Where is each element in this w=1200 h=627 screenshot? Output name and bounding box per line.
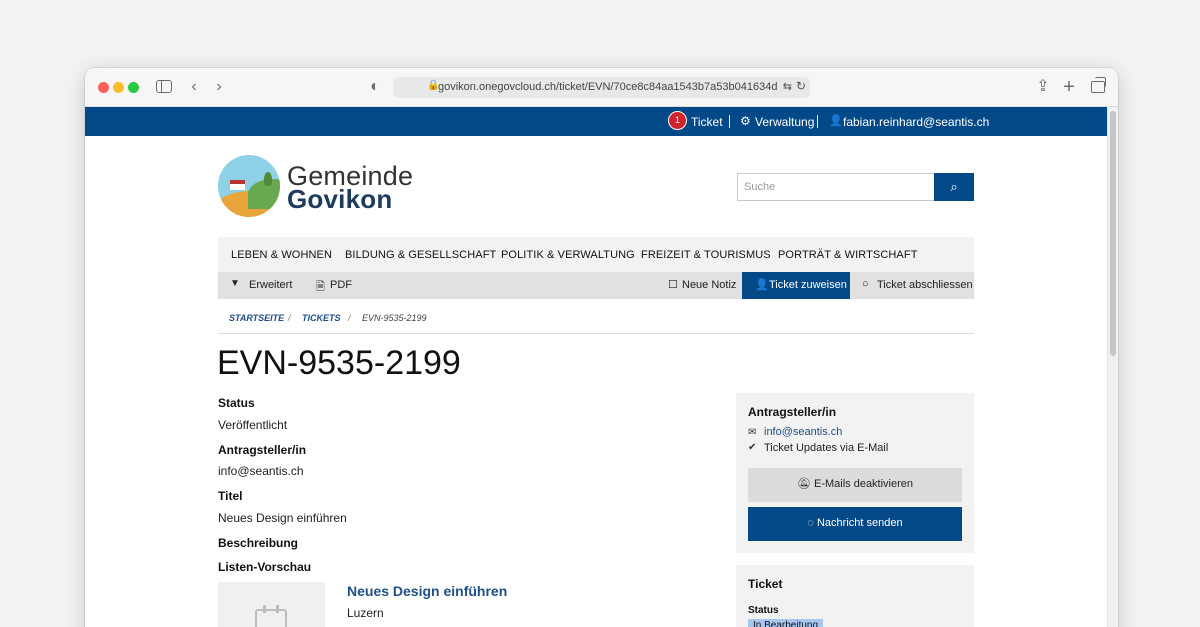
breadcrumb-separator: / [288,313,291,323]
circle-icon: ○ [862,278,869,290]
mail-icon: ✉ [748,427,757,438]
user-icon: 👤 [829,115,843,127]
municipality-logo[interactable] [218,155,280,217]
breadcrumb-tickets[interactable]: TICKETS [302,313,341,323]
tab-overview-icon[interactable] [1091,77,1106,93]
nav-item-portraet-wirtschaft[interactable]: PORTRÄT & WIRTSCHAFT [778,249,918,261]
browser-window: ‹ › ◐ 🔒 govikon.onegovcloud.ch/ticket/EV… [85,68,1118,627]
send-message-button[interactable]: ◌ Nachricht senden [748,507,962,541]
pdf-button[interactable]: PDF [330,279,352,291]
expand-button[interactable]: Erweitert [249,279,292,291]
detail-value-title: Neues Design einführen [218,511,347,525]
breadcrumb-divider [218,333,974,334]
breadcrumb-home[interactable]: STARTSEITE [229,313,284,323]
privacy-shield-icon[interactable]: ◐ [368,77,382,97]
address-bar[interactable]: 🔒 govikon.onegovcloud.ch/ticket/EVN/70ce… [393,77,810,98]
email-updates-status: Ticket Updates via E-Mail [764,442,889,454]
browser-toolbar: ‹ › ◐ 🔒 govikon.onegovcloud.ch/ticket/EV… [85,68,1118,107]
nav-item-politik-verwaltung[interactable]: POLITIK & VERWALTUNG [501,249,635,261]
tickets-link[interactable]: Ticket [691,115,723,129]
page-title: EVN-9535-2199 [217,344,461,382]
share-icon[interactable]: ⇪ [1036,77,1050,97]
zoom-window-button[interactable] [128,82,139,93]
mute-emails-label: E-Mails deaktivieren [813,478,914,490]
topbar-divider [729,115,730,128]
top-bar: 1 Ticket ⚙ Verwaltung 👤 fabian.reinhard@… [85,107,1107,136]
detail-label-list-preview: Listen-Vorschau [218,560,312,574]
detail-label-status: Status [218,396,255,410]
nav-item-bildung-gesellschaft[interactable]: BILDUNG & GESELLSCHAFT [345,249,496,261]
new-tab-icon[interactable]: + [1062,77,1076,97]
breadcrumb-separator: / [348,313,351,323]
pdf-icon: 🗎 [316,281,325,293]
detail-label-applicant: Antragsteller/in [218,443,307,457]
sidebar-toggle-icon[interactable] [156,80,172,93]
translate-icon[interactable]: ⇆ [783,80,792,93]
close-ticket-button[interactable]: Ticket abschliessen [877,279,973,291]
nav-item-leben-wohnen[interactable]: LEBEN & WOHNEN [231,249,332,261]
ticket-panel-title: Ticket [748,577,783,591]
gear-icon: ⚙ [740,114,751,128]
search-input[interactable]: Suche [737,173,935,201]
search-button[interactable]: ⌕ [934,173,974,201]
detail-value-applicant: info@seantis.ch [218,464,304,478]
user-icon: 👤 [755,279,769,291]
search-icon: ⌕ [950,179,958,194]
nav-item-freizeit-tourismus[interactable]: FREIZEIT & TOURISMUS [641,249,771,261]
ticket-panel: Ticket Status In Bearbeitung [736,565,974,627]
logo-text-line2[interactable]: Govikon [287,184,392,215]
assign-ticket-button[interactable]: 👤 Ticket zuweisen [742,272,850,299]
ticket-status-label: Status [748,605,779,616]
preview-image [218,582,325,627]
note-icon: ☐ [668,279,678,291]
preview-location: Luzern [347,606,384,620]
chat-bubble-icon: ◌ [807,517,817,529]
main-navigation: LEBEN & WOHNEN BILDUNG & GESELLSCHAFT PO… [218,237,974,272]
url-text[interactable]: govikon.onegovcloud.ch/ticket/EVN/70ce8c… [438,81,778,93]
mute-icon: 🔕︎ [796,478,814,490]
detail-label-description: Beschreibung [218,536,299,550]
detail-label-title: Titel [218,489,243,503]
chevron-down-icon: ▼ [230,278,240,289]
reload-icon[interactable]: ↻ [796,79,806,93]
admin-link[interactable]: Verwaltung [755,115,814,129]
check-icon: ✔ [748,442,757,453]
detail-value-status: Veröffentlicht [218,418,288,432]
scrollbar-thumb[interactable] [1110,111,1116,356]
close-window-button[interactable] [98,82,109,93]
ticket-count-badge[interactable]: 1 [668,111,687,130]
assign-ticket-label: Ticket zuweisen [769,279,847,291]
new-note-button[interactable]: Neue Notiz [682,279,736,291]
applicant-email-link[interactable]: info@seantis.ch [764,426,842,438]
mute-emails-button[interactable]: 🔕︎ E-Mails deaktivieren [748,468,962,502]
back-icon[interactable]: ‹ [188,77,200,97]
ticket-status-badge: In Bearbeitung [748,619,824,627]
applicant-panel: Antragsteller/in ✉ info@seantis.ch ✔ Tic… [736,393,974,553]
send-message-label: Nachricht senden [816,517,903,529]
forward-icon[interactable]: › [213,77,225,97]
calendar-icon [255,605,287,627]
breadcrumb-current: EVN-9535-2199 [362,313,427,323]
preview-title-link[interactable]: Neues Design einführen [347,583,507,599]
minimize-window-button[interactable] [113,82,124,93]
page-viewport: 1 Ticket ⚙ Verwaltung 👤 fabian.reinhard@… [85,107,1118,627]
topbar-divider [817,115,818,128]
ticket-actions-bar: ▼ Erweitert 🗎 PDF ☐ Neue Notiz 👤 Ticket … [218,272,974,299]
user-account-link[interactable]: fabian.reinhard@seantis.ch [843,115,989,129]
page-scrollbar[interactable] [1107,107,1118,627]
applicant-panel-title: Antragsteller/in [748,405,837,419]
